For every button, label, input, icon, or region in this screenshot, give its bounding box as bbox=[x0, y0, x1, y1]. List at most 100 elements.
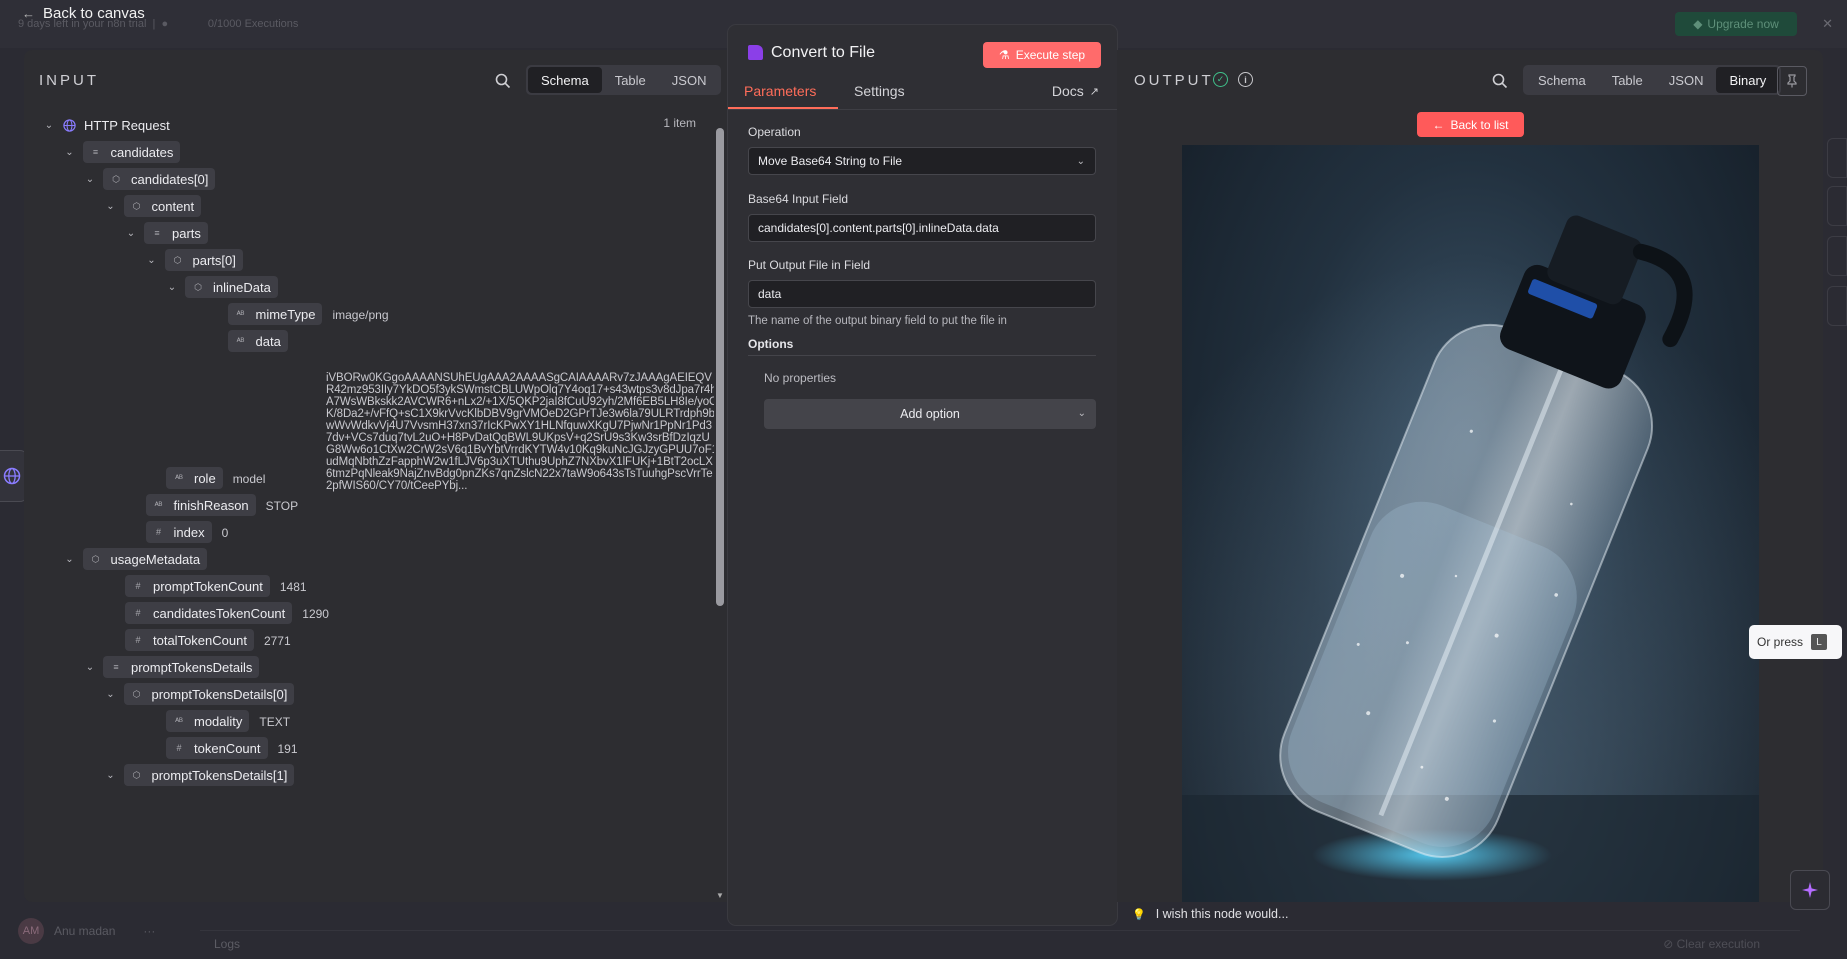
tree-row[interactable]: ⬡ promptTokensDetails[0] bbox=[123, 683, 295, 705]
string-type-icon: ᴬᴮ bbox=[175, 716, 183, 726]
field-key: ⬡ parts[0] bbox=[164, 249, 243, 271]
tree-row[interactable]: ⬡ parts[0] bbox=[164, 249, 243, 271]
item-count: 1 item bbox=[663, 116, 696, 130]
array-type-icon: ≡ bbox=[113, 662, 119, 672]
chevron-down-icon[interactable]: ⌄ bbox=[83, 172, 97, 186]
number-type-icon: # bbox=[135, 635, 141, 645]
tab-json[interactable]: JSON bbox=[659, 67, 720, 93]
tree-row[interactable]: ⬡ content bbox=[123, 195, 202, 217]
chevron-down-icon[interactable]: ⌄ bbox=[42, 118, 56, 132]
search-icon[interactable] bbox=[492, 70, 514, 92]
object-type-icon: ⬡ bbox=[132, 769, 141, 780]
field-key: ≡ promptTokensDetails bbox=[103, 656, 260, 678]
search-icon[interactable] bbox=[1489, 70, 1511, 92]
tab-binary[interactable]: Binary bbox=[1716, 67, 1780, 93]
object-type-icon: ⬡ bbox=[112, 173, 120, 184]
tab-settings[interactable]: Settings bbox=[854, 83, 905, 99]
input-title: INPUT bbox=[39, 72, 99, 89]
tree-row[interactable]: ᴬᴮ data bbox=[227, 330, 288, 352]
upgrade-button[interactable]: ◆ Upgrade now bbox=[1675, 12, 1797, 36]
field-value: TEXT bbox=[259, 715, 291, 729]
chevron-down-icon[interactable]: ⌄ bbox=[104, 687, 118, 701]
tree-row[interactable]: ≡ promptTokensDetails bbox=[103, 656, 260, 678]
tree-row[interactable]: # tokenCount 191 bbox=[166, 737, 298, 759]
tree-row[interactable]: # totalTokenCount 2771 bbox=[125, 629, 291, 651]
side-button[interactable] bbox=[1827, 186, 1847, 226]
field-key: ᴬᴮ data bbox=[227, 330, 288, 352]
input-scrollbar[interactable]: ▼ bbox=[714, 124, 726, 902]
scroll-thumb[interactable] bbox=[716, 128, 724, 606]
field-key: ⬡ usageMetadata bbox=[82, 548, 208, 570]
scroll-down-icon[interactable]: ▼ bbox=[716, 891, 724, 900]
back-to-list-button[interactable]: ← Back to list bbox=[1417, 112, 1524, 137]
tree-row[interactable]: # candidatesTokenCount 1290 bbox=[125, 602, 329, 624]
tree-row[interactable]: ᴬᴮ modality TEXT bbox=[166, 710, 290, 732]
operation-select[interactable]: Move Base64 String to File ⌄ bbox=[748, 147, 1096, 175]
tab-json[interactable]: JSON bbox=[1656, 67, 1717, 93]
pin-icon[interactable] bbox=[1777, 66, 1807, 96]
tree-row[interactable]: ⬡ usageMetadata bbox=[82, 548, 208, 570]
tree-row[interactable]: HTTP Request bbox=[62, 114, 170, 136]
tree-row[interactable]: ≡ parts bbox=[144, 222, 208, 244]
chevron-down-icon[interactable]: ⌄ bbox=[63, 552, 77, 566]
info-icon[interactable]: i bbox=[1238, 72, 1253, 87]
tree-row[interactable]: ᴬᴮ finishReason STOP bbox=[145, 494, 298, 516]
clear-execution-button[interactable]: ⊘ Clear execution bbox=[1663, 937, 1760, 951]
close-icon[interactable]: ✕ bbox=[1822, 16, 1833, 32]
schema-tree: 1 item ⌄ HTTP Request ⌄ ≡ candidates ⌄ ⬡ candid… bbox=[24, 108, 708, 902]
tree-row[interactable]: ⬡ inlineData bbox=[185, 276, 278, 298]
tab-schema[interactable]: Schema bbox=[528, 67, 602, 93]
execute-step-button[interactable]: ⚗ Execute step bbox=[983, 42, 1101, 68]
node-panel: Convert to File ⚗ Execute step Parameter… bbox=[728, 25, 1117, 925]
field-value: model bbox=[232, 472, 266, 486]
chevron-down-icon[interactable]: ⌄ bbox=[165, 280, 179, 294]
chevron-down-icon[interactable]: ⌄ bbox=[124, 226, 138, 240]
tree-row[interactable]: ᴬᴮ role model bbox=[166, 467, 265, 489]
number-type-icon: # bbox=[155, 527, 161, 537]
output-field-input[interactable]: data bbox=[748, 280, 1096, 308]
tree-row[interactable]: # index 0 bbox=[145, 521, 229, 543]
tree-row[interactable]: ≡ candidates bbox=[82, 141, 181, 163]
side-button[interactable] bbox=[1827, 286, 1847, 326]
array-type-icon: ≡ bbox=[92, 147, 99, 157]
chevron-down-icon[interactable]: ⌄ bbox=[63, 145, 77, 159]
tree-row[interactable]: # promptTokenCount 1481 bbox=[125, 575, 307, 597]
tab-table[interactable]: Table bbox=[1599, 67, 1656, 93]
user-menu[interactable]: AM Anu madan ··· bbox=[18, 918, 155, 944]
ai-assistant-button[interactable] bbox=[1790, 870, 1830, 910]
field-key: ᴬᴮ mimeType bbox=[227, 303, 323, 325]
shortcut-tooltip: Or press L bbox=[1749, 625, 1842, 659]
add-option-button[interactable]: Add option ⌄ bbox=[764, 399, 1096, 429]
lightbulb-icon: 💡 bbox=[1132, 908, 1146, 921]
user-name: Anu madan bbox=[54, 924, 116, 938]
tree-row[interactable]: ⬡ promptTokensDetails[1] bbox=[123, 764, 295, 786]
tab-parameters[interactable]: Parameters bbox=[744, 83, 816, 99]
chevron-down-icon[interactable]: ⌄ bbox=[104, 768, 118, 782]
side-button[interactable] bbox=[1827, 138, 1847, 178]
object-type-icon: ⬡ bbox=[194, 281, 202, 292]
more-icon[interactable]: ··· bbox=[143, 924, 155, 938]
output-panel: OUTPUT ✓ i Schema Table JSON Binary ← Ba… bbox=[1117, 50, 1823, 902]
base64-input-field[interactable]: candidates[0].content.parts[0].inlineDat… bbox=[748, 214, 1096, 242]
chevron-down-icon[interactable]: ⌄ bbox=[83, 660, 97, 674]
chevron-down-icon[interactable]: ⌄ bbox=[145, 253, 159, 267]
tree-row[interactable]: ᴬᴮ mimeType image/png bbox=[227, 303, 389, 325]
feedback-prompt[interactable]: 💡 I wish this node would... bbox=[1132, 907, 1288, 921]
tree-row[interactable]: ⬡ candidates[0] bbox=[103, 168, 216, 190]
logs-bar[interactable]: Logs ⊘ Clear execution bbox=[200, 930, 1800, 956]
field-key: # totalTokenCount bbox=[125, 629, 254, 651]
back-to-canvas-link[interactable]: ← Back to canvas bbox=[22, 5, 145, 22]
binary-image-preview[interactable] bbox=[1182, 145, 1759, 902]
tab-schema[interactable]: Schema bbox=[1525, 67, 1599, 93]
field-value: 0 bbox=[221, 526, 229, 540]
chevron-down-icon[interactable]: ⌄ bbox=[104, 199, 118, 213]
field-key: ⬡ promptTokensDetails[0] bbox=[123, 683, 295, 705]
input-header: INPUT Schema Table JSON bbox=[24, 50, 728, 108]
inline-data-value: iVBORw0KGgoAAAANSUhEUgAAA2AAAASgCAIAAAAR… bbox=[326, 372, 718, 492]
output-field-hint: The name of the output binary field to p… bbox=[748, 315, 1007, 327]
field-key: # index bbox=[145, 521, 212, 543]
docs-link[interactable]: Docs ↗ bbox=[1052, 83, 1099, 99]
tab-table[interactable]: Table bbox=[602, 67, 659, 93]
options-label: Options bbox=[748, 337, 794, 351]
side-button[interactable] bbox=[1827, 236, 1847, 276]
